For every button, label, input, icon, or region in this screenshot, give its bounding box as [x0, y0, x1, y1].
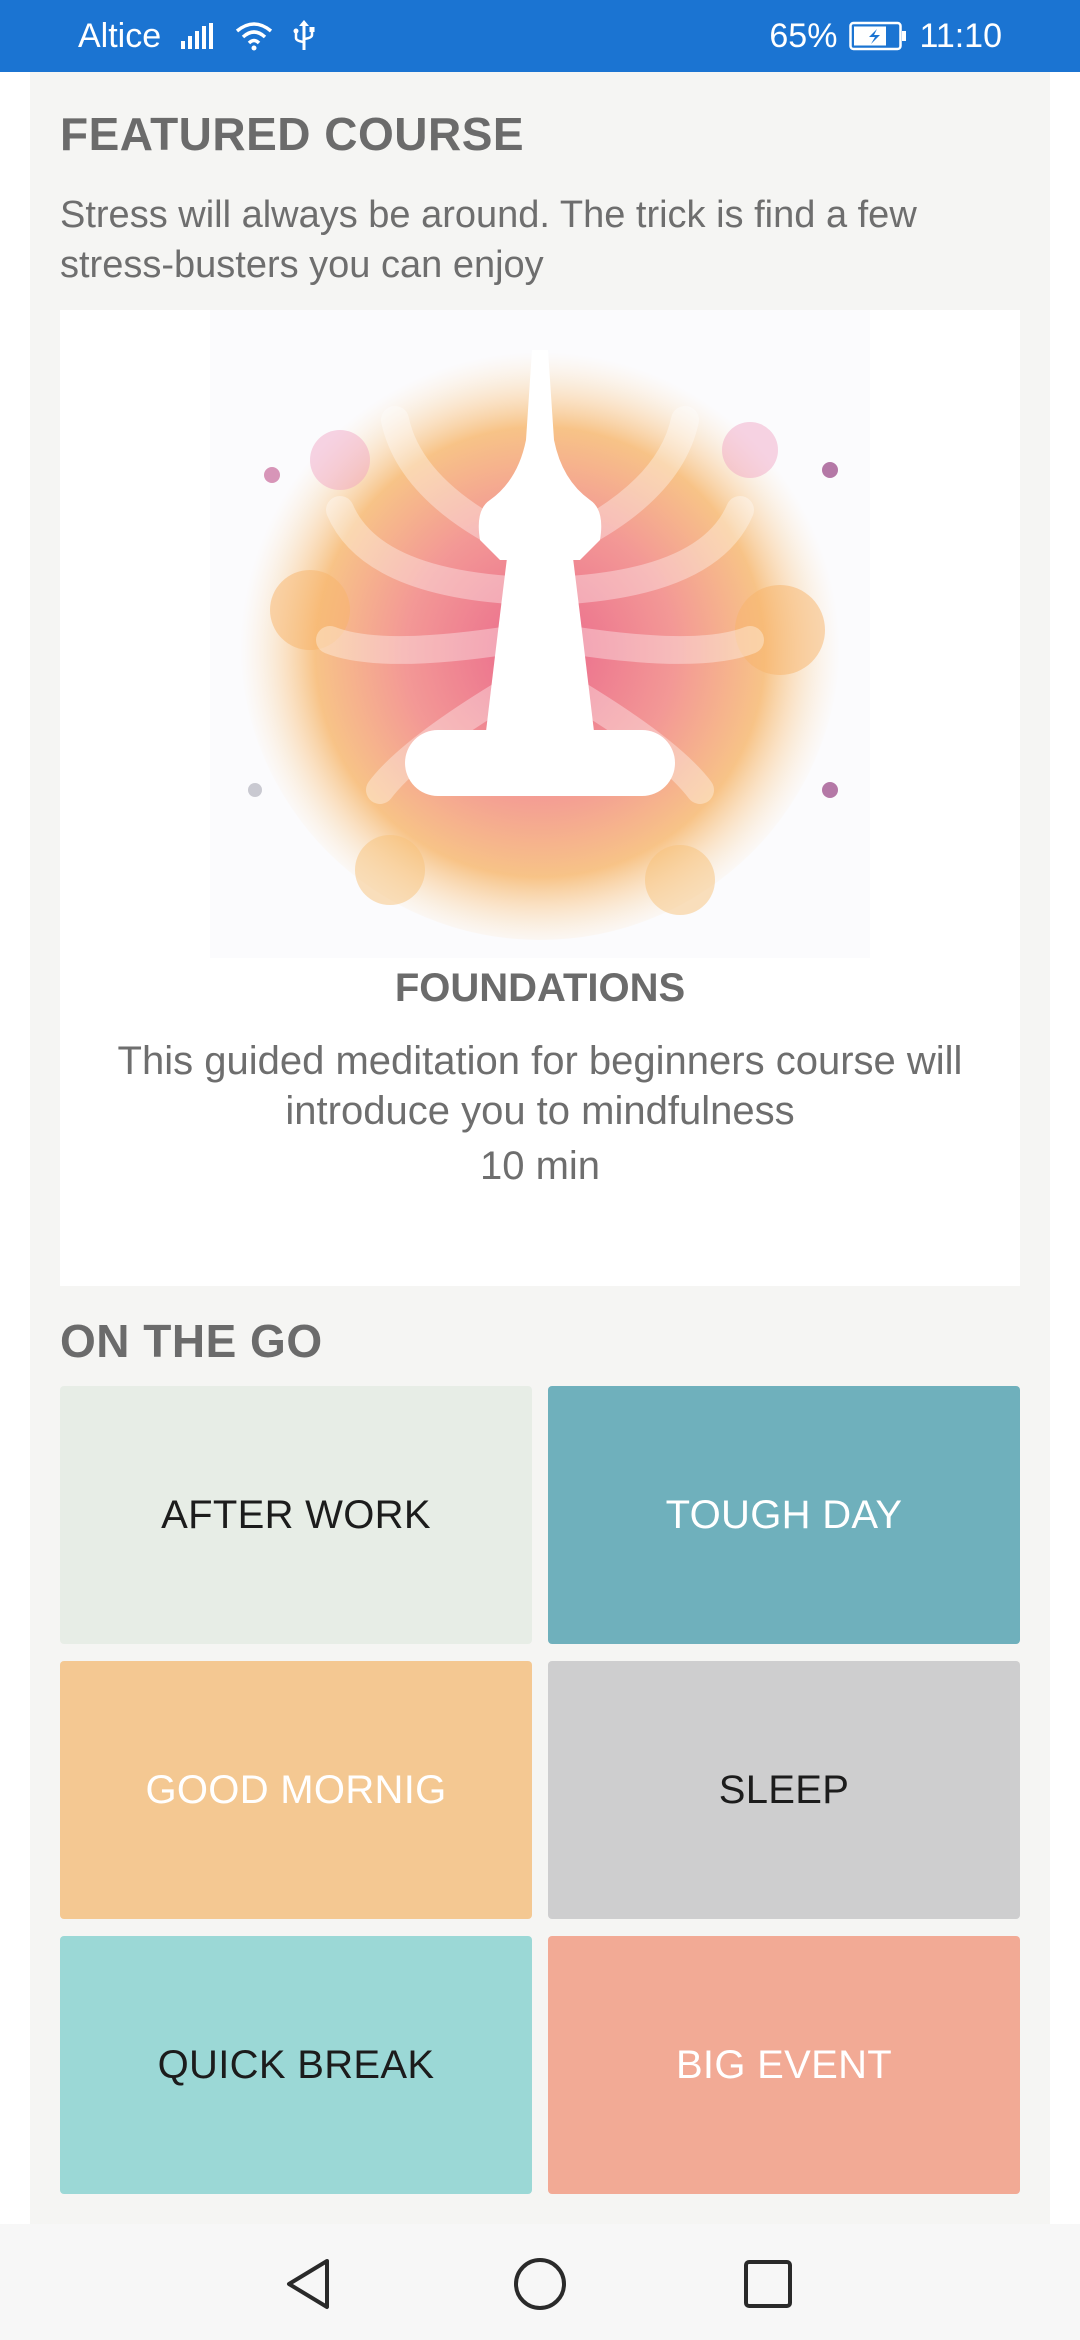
course-duration: 10 min	[479, 1144, 601, 1188]
course-description: This guided meditation for beginners cou…	[117, 1039, 963, 1133]
status-bar: Altice 65% 11:10	[0, 0, 1080, 72]
tile-label: GOOD MORNIG	[145, 1767, 447, 1812]
battery-icon	[849, 21, 907, 51]
wifi-icon	[235, 21, 273, 51]
tile-label: AFTER WORK	[161, 1492, 431, 1537]
back-icon[interactable]	[278, 2254, 338, 2314]
tile-label: BIG EVENT	[675, 2042, 893, 2087]
tile-quick-break[interactable]: QUICK BREAK	[60, 1936, 532, 2194]
featured-course-subtitle: Stress will always be around. The trick …	[60, 194, 917, 286]
status-right: 65% 11:10	[769, 17, 1002, 56]
content-panel: FEATURED COURSE Stress will always be ar…	[30, 72, 1050, 2224]
course-title: FOUNDATIONS	[394, 966, 686, 1010]
tile-label: QUICK BREAK	[157, 2042, 435, 2087]
home-icon[interactable]	[510, 2254, 570, 2314]
featured-course-card[interactable]: FOUNDATIONS This guided meditation for b…	[60, 310, 1020, 1286]
system-nav-bar	[0, 2224, 1080, 2340]
meditation-illustration	[210, 310, 870, 958]
tile-after-work[interactable]: AFTER WORK	[60, 1386, 532, 1644]
tile-sleep[interactable]: SLEEP	[548, 1661, 1020, 1919]
carrier-label: Altice	[78, 16, 162, 55]
tile-label: SLEEP	[718, 1767, 850, 1812]
usb-icon	[293, 20, 315, 52]
clock: 11:10	[919, 16, 1002, 55]
featured-course-heading: FEATURED COURSE	[60, 108, 525, 160]
main-content[interactable]: FEATURED COURSE Stress will always be ar…	[0, 72, 1080, 2224]
tile-tough-day[interactable]: TOUGH DAY	[548, 1386, 1020, 1644]
signal-icon	[181, 23, 215, 49]
on-the-go-heading: ON THE GO	[60, 1315, 323, 1367]
tile-label: TOUGH DAY	[665, 1492, 903, 1537]
tile-good-morning[interactable]: GOOD MORNIG	[60, 1661, 532, 1919]
tile-big-event[interactable]: BIG EVENT	[548, 1936, 1020, 2194]
battery-percent: 65%	[769, 16, 838, 55]
status-left: Altice	[78, 17, 315, 56]
recents-icon[interactable]	[738, 2254, 798, 2314]
